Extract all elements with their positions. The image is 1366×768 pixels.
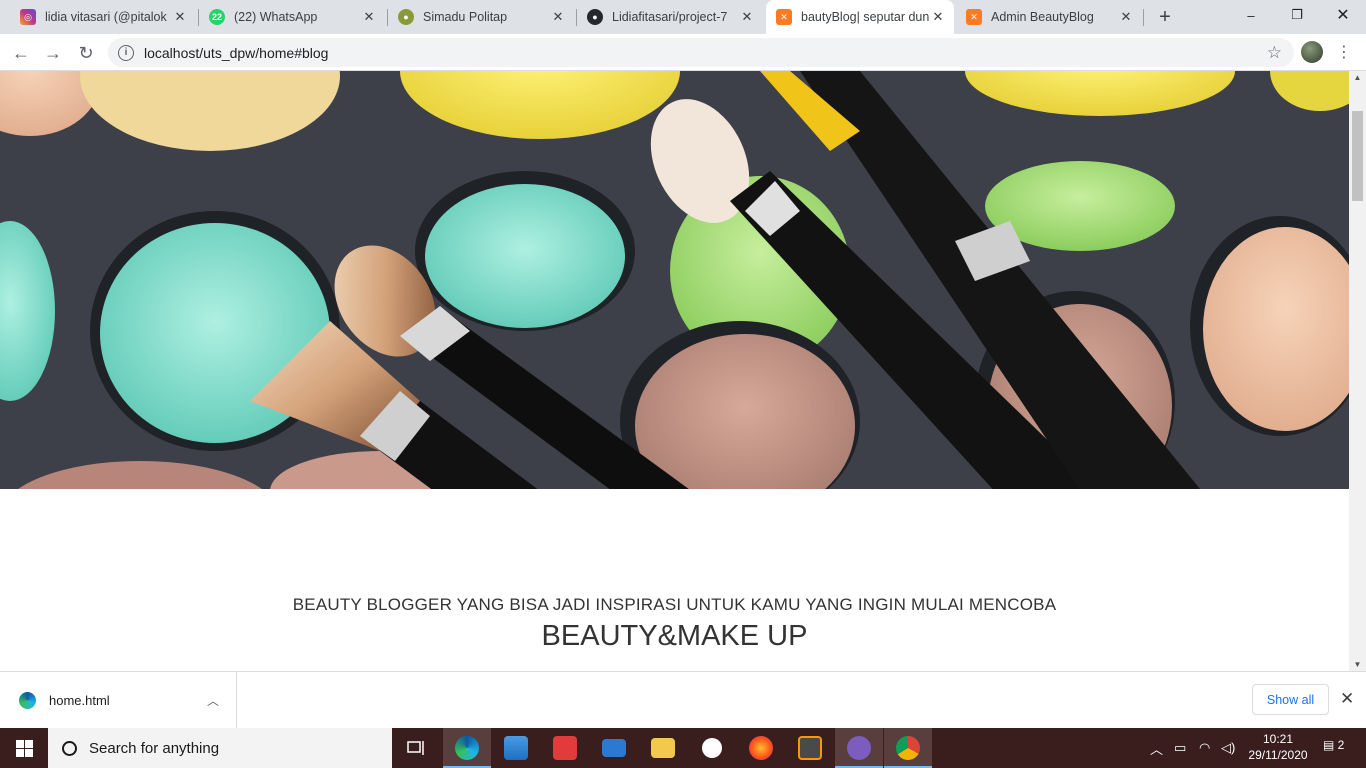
scroll-down-arrow-icon[interactable]: ▼ xyxy=(1353,660,1362,669)
back-icon[interactable]: ← xyxy=(8,40,34,66)
address-bar[interactable]: i localhost/uts_dpw/home#blog ☆ xyxy=(108,38,1294,67)
politap-icon: ● xyxy=(398,9,414,25)
edge-taskbar-icon[interactable] xyxy=(443,728,491,768)
tab-admin-beautyblog[interactable]: ✕ Admin BeautyBlog ✕ xyxy=(956,0,1142,34)
battery-icon[interactable]: ▭ xyxy=(1174,728,1186,768)
browser-toolbar: ← → ↻ i localhost/uts_dpw/home#blog ☆ xyxy=(0,34,1366,71)
tab-beautyblog[interactable]: ✕ bautyBlog| seputar dun ✕ xyxy=(766,0,954,34)
media-taskbar-icon[interactable] xyxy=(688,728,736,768)
tab-title: Lidiafitasari/project-7 xyxy=(612,10,728,24)
restore-button[interactable]: ❐ xyxy=(1274,0,1320,30)
download-filename[interactable]: home.html xyxy=(49,693,110,708)
gift-taskbar-icon[interactable] xyxy=(541,728,589,768)
forward-icon[interactable]: → xyxy=(40,40,66,66)
close-tab-icon[interactable]: ✕ xyxy=(930,9,946,25)
clock-time: 10:21 xyxy=(1262,732,1294,746)
edge-file-icon xyxy=(19,691,36,709)
download-item[interactable]: home.html ︿ xyxy=(0,672,237,728)
task-view-icon[interactable] xyxy=(392,728,440,768)
tray-chevron-icon[interactable]: ︿ xyxy=(1150,728,1163,768)
notification-center-icon[interactable]: ▤ 2 xyxy=(1323,738,1345,756)
hero-image xyxy=(0,71,1349,489)
tab-title: lidia vitasari (@pitalok xyxy=(45,10,167,24)
clock-date: 29/11/2020 xyxy=(1248,748,1308,762)
url-text[interactable]: localhost/uts_dpw/home#blog xyxy=(144,45,328,61)
page-viewport: BEAUTY BLOGGER YANG BISA JADI INSPIRASI … xyxy=(0,71,1349,671)
xampp-icon: ✕ xyxy=(776,9,792,25)
tab-title: Simadu Politap xyxy=(423,10,508,24)
scroll-up-arrow-icon[interactable]: ▲ xyxy=(1353,73,1362,82)
close-tab-icon[interactable]: ✕ xyxy=(361,9,377,25)
tab-title: bautyBlog| seputar dun xyxy=(801,10,930,24)
file-explorer-icon[interactable] xyxy=(639,728,687,768)
close-tab-icon[interactable]: ✕ xyxy=(739,9,755,25)
xampp-icon: ✕ xyxy=(966,9,982,25)
tab-whatsapp[interactable]: 22 (22) WhatsApp ✕ xyxy=(199,0,385,34)
minimize-button[interactable]: – xyxy=(1228,0,1274,30)
sublime-taskbar-icon[interactable] xyxy=(786,728,834,768)
new-tab-button[interactable]: + xyxy=(1153,6,1177,28)
bookmark-star-icon[interactable]: ☆ xyxy=(1267,43,1282,63)
instagram-icon: ◎ xyxy=(20,9,36,25)
reload-icon[interactable]: ↻ xyxy=(73,40,99,66)
github-icon: ● xyxy=(587,9,603,25)
wifi-icon[interactable]: ◠ xyxy=(1199,728,1210,768)
tab-github[interactable]: ● Lidiafitasari/project-7 ✕ xyxy=(577,0,763,34)
taskbar-search[interactable]: Search for anything xyxy=(48,728,392,768)
scrollbar-thumb[interactable] xyxy=(1352,111,1363,201)
show-all-button[interactable]: Show all xyxy=(1252,684,1329,715)
whatsapp-icon: 22 xyxy=(209,9,225,25)
menu-kebab-icon[interactable]: ⋮ xyxy=(1336,42,1352,62)
info-icon[interactable]: i xyxy=(118,44,134,61)
chrome-taskbar-icon[interactable] xyxy=(884,728,932,768)
tab-simadu[interactable]: ● Simadu Politap ✕ xyxy=(388,0,574,34)
makeup-brushes-image xyxy=(0,71,1349,489)
download-bar: home.html ︿ Show all ✕ xyxy=(0,671,1366,728)
page-subtitle: BEAUTY BLOGGER YANG BISA JADI INSPIRASI … xyxy=(292,595,1057,614)
close-tab-icon[interactable]: ✕ xyxy=(172,9,188,25)
profile-avatar[interactable] xyxy=(1301,41,1323,63)
firefox-taskbar-icon[interactable] xyxy=(737,728,785,768)
windows-taskbar: Search for anything ︿ ▭ ◠ ◁) 10:21 29/11… xyxy=(0,728,1366,768)
tab-title: (22) WhatsApp xyxy=(234,10,318,24)
volume-icon[interactable]: ◁) xyxy=(1221,728,1235,768)
mail-taskbar-icon[interactable] xyxy=(590,728,638,768)
search-icon xyxy=(62,740,77,756)
chevron-up-icon[interactable]: ︿ xyxy=(207,692,219,709)
store-taskbar-icon[interactable] xyxy=(492,728,540,768)
close-icon[interactable]: ✕ xyxy=(1340,689,1354,709)
scrollbar[interactable]: ▲ ▼ xyxy=(1349,71,1366,671)
tab-strip: ◎ lidia vitasari (@pitalok ✕ 22 (22) Wha… xyxy=(0,0,1366,34)
start-button[interactable] xyxy=(0,728,48,768)
page-title: BEAUTY&MAKE UP xyxy=(541,620,808,652)
windows-logo-icon xyxy=(15,739,33,757)
search-placeholder[interactable]: Search for anything xyxy=(89,740,219,757)
tab-instagram[interactable]: ◎ lidia vitasari (@pitalok ✕ xyxy=(10,0,196,34)
clock[interactable]: 10:21 29/11/2020 xyxy=(1240,731,1316,763)
close-tab-icon[interactable]: ✕ xyxy=(550,9,566,25)
notification-count: 2 xyxy=(1337,738,1345,752)
tab-title: Admin BeautyBlog xyxy=(991,10,1094,24)
close-window-button[interactable]: ✕ xyxy=(1320,0,1366,30)
app-taskbar-icon[interactable] xyxy=(835,728,883,768)
close-tab-icon[interactable]: ✕ xyxy=(1118,9,1134,25)
